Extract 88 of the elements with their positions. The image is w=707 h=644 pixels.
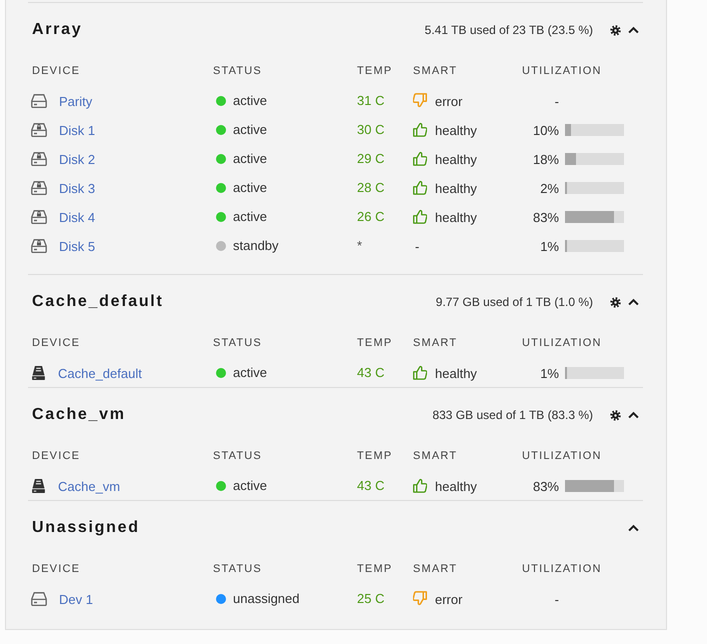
locked-drive-icon bbox=[31, 238, 47, 252]
usage-summary: 833 GB used of 1 TB (83.3 %) bbox=[432, 408, 593, 422]
column-header: TEMP bbox=[357, 336, 394, 348]
temperature-text: 29 C bbox=[357, 151, 386, 166]
utilization-text: 83% bbox=[532, 478, 559, 494]
column-header: UTILIZATION bbox=[522, 450, 603, 462]
column-header: SMART bbox=[413, 64, 458, 76]
column-header: UTILIZATION bbox=[522, 562, 603, 574]
utilization-text: 83% bbox=[532, 209, 559, 225]
temperature-text: 43 C bbox=[357, 365, 386, 380]
smart-status-text: healthy bbox=[435, 478, 477, 494]
column-header: STATUS bbox=[213, 64, 263, 76]
temperature-text: * bbox=[357, 238, 364, 253]
column-header: DEVICE bbox=[32, 562, 82, 574]
utilization-text: 1% bbox=[539, 365, 559, 381]
utilization-text: - bbox=[554, 93, 559, 109]
utilization-text: - bbox=[554, 591, 559, 607]
status-text: standby bbox=[233, 238, 279, 253]
chevron-up-icon[interactable] bbox=[628, 524, 639, 532]
column-header: TEMP bbox=[357, 64, 394, 76]
utilization-text: 1% bbox=[539, 238, 559, 254]
smart-status-text: error bbox=[435, 591, 462, 607]
column-header: SMART bbox=[413, 562, 458, 574]
column-header: TEMP bbox=[357, 562, 394, 574]
column-header: STATUS bbox=[213, 450, 263, 462]
solid-state-drive-icon bbox=[31, 364, 46, 380]
column-header: DEVICE bbox=[32, 450, 82, 462]
status-text: active bbox=[233, 151, 267, 166]
device-link[interactable]: Disk 1 bbox=[59, 121, 96, 138]
usage-summary: 9.77 GB used of 1 TB (1.0 %) bbox=[436, 295, 593, 309]
solid-state-drive-icon bbox=[31, 478, 46, 494]
status-text: unassigned bbox=[233, 591, 300, 606]
temperature-text: 43 C bbox=[357, 478, 386, 493]
temperature-text: 31 C bbox=[357, 93, 386, 108]
column-header: UTILIZATION bbox=[522, 336, 603, 348]
column-header: DEVICE bbox=[32, 64, 82, 76]
settings-icon[interactable] bbox=[610, 410, 621, 420]
section-title: Array bbox=[32, 21, 82, 39]
settings-icon[interactable] bbox=[610, 296, 621, 308]
settings-icon[interactable] bbox=[610, 24, 621, 36]
column-header: SMART bbox=[413, 336, 458, 348]
utilization-text: 18% bbox=[532, 151, 559, 167]
utilization-text: 2% bbox=[539, 180, 559, 196]
status-text: active bbox=[233, 478, 267, 493]
utilization-text: 10% bbox=[532, 122, 559, 138]
temperature-text: 26 C bbox=[357, 209, 386, 224]
device-link[interactable]: Cache_default bbox=[58, 364, 142, 381]
status-text: active bbox=[233, 365, 267, 380]
locked-drive-icon bbox=[31, 152, 47, 166]
smart-status-text: healthy bbox=[435, 122, 477, 138]
column-header: SMART bbox=[413, 450, 458, 462]
device-link[interactable]: Cache_vm bbox=[58, 477, 120, 494]
locked-drive-icon bbox=[31, 180, 47, 194]
device-link[interactable]: Parity bbox=[59, 92, 92, 109]
device-link[interactable]: Disk 2 bbox=[59, 150, 96, 167]
smart-status-text: error bbox=[435, 93, 462, 109]
column-header: STATUS bbox=[213, 562, 263, 574]
status-text: active bbox=[233, 209, 267, 224]
section-title: Cache_vm bbox=[32, 406, 126, 424]
temperature-text: 28 C bbox=[357, 180, 386, 195]
device-link[interactable]: Dev 1 bbox=[59, 590, 93, 607]
smart-status-text: - bbox=[415, 238, 420, 254]
device-link[interactable]: Disk 5 bbox=[59, 237, 96, 254]
status-text: active bbox=[233, 122, 267, 137]
chevron-up-icon[interactable] bbox=[628, 411, 639, 419]
locked-drive-icon bbox=[31, 122, 47, 136]
column-header: DEVICE bbox=[32, 336, 82, 348]
locked-drive-icon bbox=[31, 210, 47, 224]
smart-status-text: healthy bbox=[435, 209, 477, 225]
hard-drive-icon bbox=[31, 592, 47, 606]
device-link[interactable]: Disk 4 bbox=[59, 208, 96, 225]
hard-drive-icon bbox=[31, 94, 47, 108]
status-text: active bbox=[233, 93, 267, 108]
chevron-up-icon[interactable] bbox=[628, 298, 639, 306]
device-link[interactable]: Disk 3 bbox=[59, 179, 96, 196]
temperature-text: 30 C bbox=[357, 122, 386, 137]
usage-summary: 5.41 TB used of 23 TB (23.5 %) bbox=[424, 23, 593, 37]
smart-status-text: healthy bbox=[435, 180, 477, 196]
status-text: active bbox=[233, 180, 267, 195]
section-title: Unassigned bbox=[32, 519, 140, 537]
column-header: TEMP bbox=[357, 450, 394, 462]
section-title: Cache_default bbox=[32, 293, 164, 311]
column-header: UTILIZATION bbox=[522, 64, 603, 76]
smart-status-text: healthy bbox=[435, 365, 477, 381]
chevron-up-icon[interactable] bbox=[628, 26, 639, 34]
smart-status-text: healthy bbox=[435, 151, 477, 167]
temperature-text: 25 C bbox=[357, 591, 386, 606]
column-header: STATUS bbox=[213, 336, 263, 348]
